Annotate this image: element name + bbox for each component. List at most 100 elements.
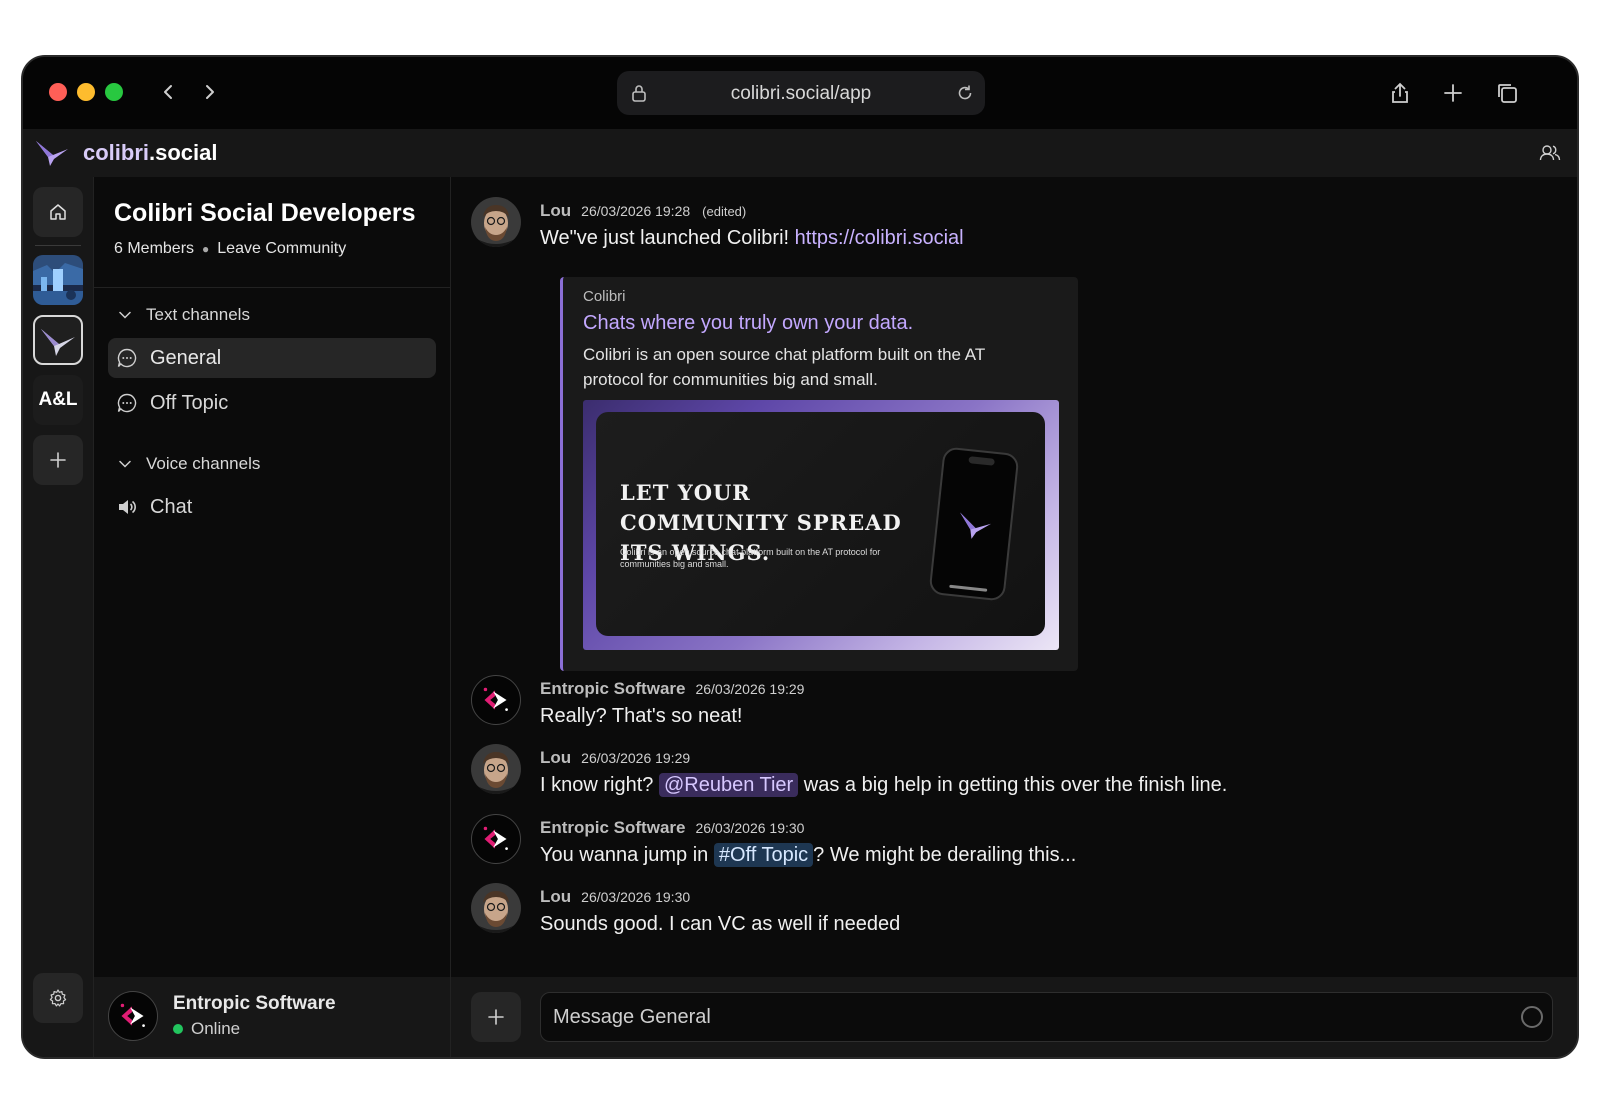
chevron-left-icon xyxy=(164,85,172,99)
chat-main: Lou 26/03/2026 19:28 (edited) We"ve just… xyxy=(451,177,1577,1057)
community-al-button[interactable]: A&L xyxy=(33,375,83,425)
message-timestamp: 26/03/2026 19:30 xyxy=(695,820,805,836)
browser-window: colibri.social/app colibri.social A&L Co… xyxy=(21,55,1579,1059)
message-text-part: I know right? xyxy=(540,774,659,796)
tab-overview-button[interactable] xyxy=(1493,79,1521,107)
user-name: Entropic Software xyxy=(173,993,336,1014)
channel-sidebar: Colibri Social Developers 6 Members ● Le… xyxy=(93,177,451,1057)
link-embed[interactable]: Colibri Chats where you truly own your d… xyxy=(560,277,1078,671)
message-header: Entropic Software 26/03/2026 19:29 xyxy=(540,679,804,699)
message-timestamp: 26/03/2026 19:29 xyxy=(695,681,805,697)
community-title: Colibri Social Developers xyxy=(114,199,416,227)
gear-icon xyxy=(49,989,67,1007)
chevron-down-icon xyxy=(119,460,131,468)
forward-button[interactable] xyxy=(195,77,223,107)
leave-community-link[interactable]: Leave Community xyxy=(217,240,346,258)
channel-general-label: General xyxy=(150,346,222,369)
lou-avatar-icon xyxy=(471,744,521,794)
plus-icon xyxy=(50,452,66,468)
embed-image[interactable]: LET YOUR COMMUNITY SPREAD ITS WINGS. Col… xyxy=(583,400,1059,650)
brand-name: colibri.social xyxy=(83,140,218,166)
message-link[interactable]: https://colibri.social xyxy=(795,227,964,249)
entropic-logo-icon xyxy=(483,826,508,850)
embed-site-name: Colibri xyxy=(583,288,626,305)
colibri-logo-icon xyxy=(36,141,68,166)
minimize-window-button[interactable] xyxy=(77,83,95,101)
channel-off-topic[interactable]: Off Topic xyxy=(108,383,436,423)
chevron-down-icon xyxy=(119,311,131,319)
text-channels-header[interactable]: Text channels xyxy=(118,305,250,325)
message-timestamp: 26/03/2026 19:28 xyxy=(581,203,691,219)
colibri-bird-icon xyxy=(41,329,75,356)
voice-channel-chat[interactable]: Chat xyxy=(108,487,436,527)
text-channels-label: Text channels xyxy=(146,305,250,324)
back-button[interactable] xyxy=(155,77,183,107)
embed-title[interactable]: Chats where you truly own your data. xyxy=(583,312,913,335)
message-input[interactable] xyxy=(540,992,1553,1042)
message-author[interactable]: Entropic Software xyxy=(540,818,685,838)
plus-icon xyxy=(1444,84,1462,102)
members-icon[interactable] xyxy=(1539,142,1561,164)
user-avatar[interactable] xyxy=(471,883,521,933)
add-community-button[interactable] xyxy=(33,435,83,485)
message-author[interactable]: Entropic Software xyxy=(540,679,685,699)
browser-toolbar: colibri.social/app xyxy=(23,57,1577,129)
member-count[interactable]: 6 Members xyxy=(114,240,194,258)
edited-label: (edited) xyxy=(702,204,747,219)
emoji-icon[interactable] xyxy=(1521,1006,1543,1028)
settings-button[interactable] xyxy=(33,973,83,1023)
close-window-button[interactable] xyxy=(49,83,67,101)
user-avatar[interactable] xyxy=(471,744,521,794)
message-timestamp: 26/03/2026 19:29 xyxy=(581,750,691,766)
user-avatar[interactable] xyxy=(108,991,158,1041)
plus-icon xyxy=(488,1009,504,1025)
user-mention[interactable]: @Reuben Tier xyxy=(658,773,799,797)
app-header: colibri.social xyxy=(23,129,1577,177)
tabs-icon xyxy=(1498,84,1517,103)
message-text: We"ve just launched Colibri! https://col… xyxy=(540,227,964,250)
brand-main: colibri xyxy=(83,140,150,165)
message-author[interactable]: Lou xyxy=(540,748,571,768)
home-icon xyxy=(50,204,66,220)
colibri-logo-icon xyxy=(960,512,992,539)
lock-icon xyxy=(632,85,646,102)
reload-icon[interactable] xyxy=(955,83,975,103)
message-timestamp: 26/03/2026 19:30 xyxy=(581,889,691,905)
chevron-right-icon xyxy=(206,85,214,99)
voice-channel-chat-label: Chat xyxy=(150,495,193,518)
message-composer xyxy=(451,977,1577,1057)
channel-reference[interactable]: #Off Topic xyxy=(713,843,814,867)
sidebar-divider xyxy=(94,287,450,288)
user-avatar[interactable] xyxy=(471,814,521,864)
channel-off-topic-label: Off Topic xyxy=(150,391,229,414)
online-indicator xyxy=(173,1024,183,1034)
embed-image-card: LET YOUR COMMUNITY SPREAD ITS WINGS. Col… xyxy=(596,412,1045,636)
user-avatar[interactable] xyxy=(471,197,521,247)
user-avatar[interactable] xyxy=(471,675,521,725)
channel-general[interactable]: General xyxy=(108,338,436,378)
embed-image-subtext: Colibri is an open source chat platform … xyxy=(620,547,881,569)
community-waterfall-icon[interactable] xyxy=(33,255,83,305)
current-user-bar: Entropic Software Online xyxy=(94,977,450,1057)
message-author[interactable]: Lou xyxy=(540,887,571,907)
new-tab-button[interactable] xyxy=(1439,79,1467,107)
message-header: Lou 26/03/2026 19:29 xyxy=(540,748,690,768)
message-text-part: You wanna jump in xyxy=(540,844,714,866)
address-bar[interactable]: colibri.social/app xyxy=(617,71,985,115)
voice-channels-label: Voice channels xyxy=(146,454,261,473)
speaker-icon xyxy=(119,500,136,514)
voice-channels-header[interactable]: Voice channels xyxy=(118,454,260,474)
attach-button[interactable] xyxy=(471,992,521,1042)
share-button[interactable] xyxy=(1386,79,1414,107)
home-button[interactable] xyxy=(33,187,83,237)
chat-bubble-icon xyxy=(117,348,137,368)
share-icon xyxy=(1392,82,1408,103)
message-author[interactable]: Lou xyxy=(540,201,571,221)
embed-description: Colibri is an open source chat platform … xyxy=(583,345,985,389)
user-status: Online xyxy=(173,1019,240,1039)
message-text: Really? That's so neat! xyxy=(540,705,743,727)
zoom-window-button[interactable] xyxy=(105,83,123,101)
message-text: Sounds good. I can VC as well if needed xyxy=(540,913,901,935)
message-header: Lou 26/03/2026 19:28 (edited) xyxy=(540,201,746,221)
community-colibri-icon[interactable] xyxy=(33,315,83,365)
